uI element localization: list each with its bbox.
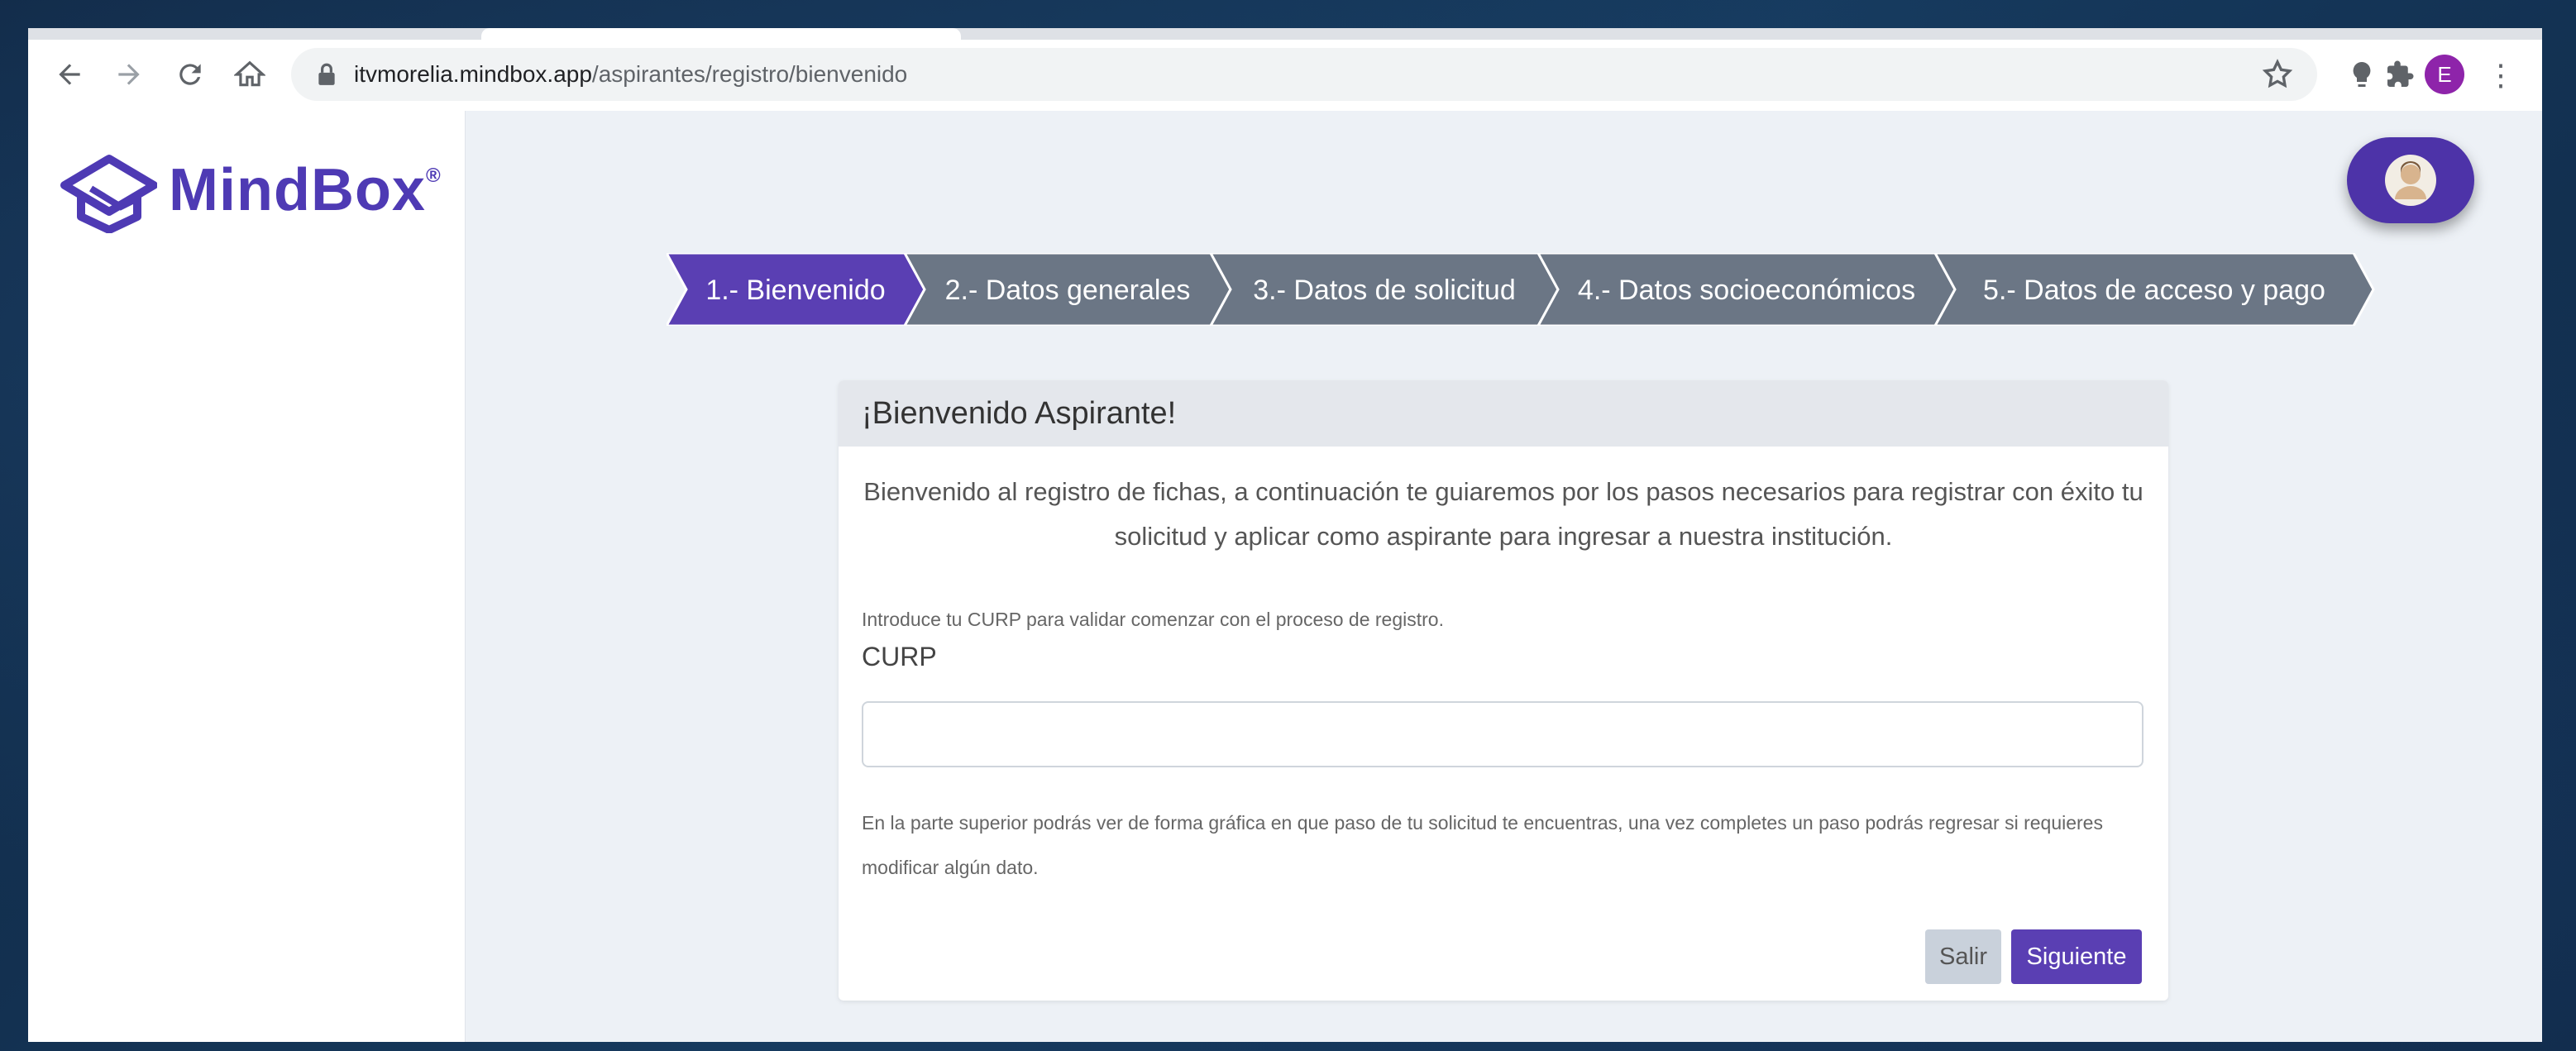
browser-toolbar: itvmorelia.mindbox.app/aspirantes/regist… xyxy=(28,40,2542,112)
step-label: 3.- Datos de solicitud xyxy=(1253,275,1516,306)
step-label: 1.- Bienvenido xyxy=(705,275,885,306)
reload-button[interactable] xyxy=(167,51,213,98)
more-vert-icon[interactable]: ⋮ xyxy=(2486,56,2516,94)
tab-strip xyxy=(28,28,2542,40)
logo-text: MindBox xyxy=(169,157,426,223)
lightbulb-icon xyxy=(2353,62,2371,87)
welcome-card: ¡Bienvenido Aspirante! Bienvenido al reg… xyxy=(839,380,2168,1001)
registration-steps: 1.- Bienvenido 2.- Datos generales 3.- Dat… xyxy=(667,253,2375,326)
step-3[interactable]: 3.- Datos de solicitud xyxy=(1209,253,1560,326)
curp-input[interactable] xyxy=(862,701,2143,767)
mindbox-logo[interactable]: MindBox® xyxy=(58,147,442,233)
lock-icon xyxy=(318,63,335,85)
card-title: ¡Bienvenido Aspirante! xyxy=(839,380,2168,447)
step-label: 2.- Datos generales xyxy=(945,275,1191,306)
curp-hint: Introduce tu CURP para validar comenzar … xyxy=(862,609,1444,630)
home-icon xyxy=(234,60,265,87)
logo-wordmark: MindBox® xyxy=(169,156,442,224)
arrow-left-icon xyxy=(59,64,80,85)
star-icon[interactable] xyxy=(2261,58,2294,91)
sidebar: MindBox® xyxy=(28,111,466,1042)
next-button[interactable]: Siguiente xyxy=(2011,929,2142,984)
puzzle-icon xyxy=(2387,60,2414,87)
intro-text: Bienvenido al registro de fichas, a cont… xyxy=(863,477,2143,551)
browser-window: itvmorelia.mindbox.app/aspirantes/regist… xyxy=(28,28,2542,1042)
reload-icon xyxy=(179,64,201,85)
step-4[interactable]: 4.- Datos socioeconómicos xyxy=(1537,253,1957,326)
profile-avatar[interactable]: E xyxy=(2425,55,2464,94)
address-bar[interactable]: itvmorelia.mindbox.app/aspirantes/regist… xyxy=(291,48,2317,101)
step-label: 5.- Datos de acceso y pago xyxy=(1983,275,2325,306)
step-label: 4.- Datos socioeconómicos xyxy=(1578,275,1915,306)
steps-note: En la parte superior podrás ver de forma… xyxy=(862,812,2103,878)
back-button[interactable] xyxy=(46,51,93,98)
url-text: itvmorelia.mindbox.app/aspirantes/regist… xyxy=(354,61,907,88)
exit-button[interactable]: Salir xyxy=(1925,929,2001,984)
registered-mark: ® xyxy=(425,165,442,187)
graduation-cap-icon xyxy=(60,155,157,233)
url-path: /aspirantes/registro/bienvenido xyxy=(591,61,908,87)
active-tab[interactable] xyxy=(481,28,961,40)
puzzle-extension-button[interactable] xyxy=(2382,56,2418,93)
user-menu-button[interactable] xyxy=(2347,137,2474,223)
arrow-right-icon xyxy=(118,64,140,85)
lightbulb-extension-button[interactable] xyxy=(2344,56,2380,93)
user-avatar-icon xyxy=(2385,155,2436,206)
home-button[interactable] xyxy=(227,51,273,98)
curp-label: CURP xyxy=(862,642,937,671)
step-1[interactable]: 1.- Bienvenido xyxy=(667,253,926,326)
page-content: MindBox® 1.- Bienvenido 2.- Datos general… xyxy=(28,111,2542,1042)
step-5[interactable]: 5.- Datos de acceso y pago xyxy=(1933,253,2375,326)
forward-button[interactable] xyxy=(106,51,152,98)
url-host: itvmorelia.mindbox.app xyxy=(354,61,592,87)
step-2[interactable]: 2.- Datos generales xyxy=(903,253,1232,326)
